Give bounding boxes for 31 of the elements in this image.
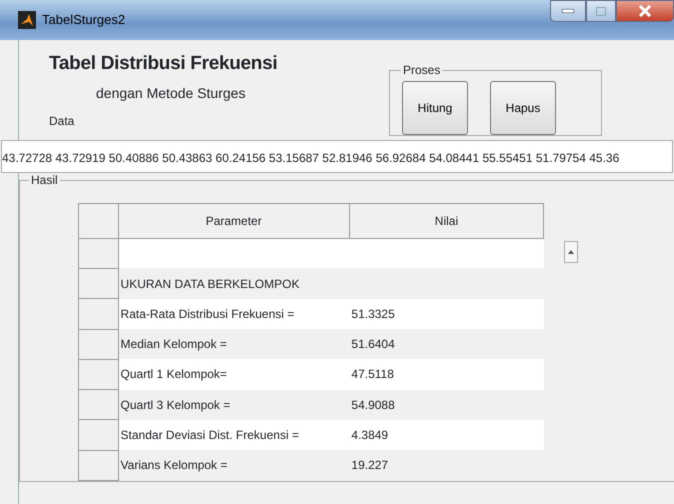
minimize-button[interactable] — [550, 0, 586, 22]
table-cell: Varians Kelompok = — [120, 458, 228, 472]
table-cell: UKURAN DATA BERKELOMPOK — [120, 276, 300, 291]
table-cell: Median Kelompok = — [120, 337, 227, 352]
table-cell: Rata-Rata Distribusi Frekuensi = — [120, 306, 294, 321]
maximize-icon — [596, 6, 606, 16]
table-cell: 51.6404 — [351, 337, 395, 352]
table-cell: Quartl 1 Kelompok= — [120, 367, 227, 382]
table-cell: 54.9088 — [351, 398, 395, 412]
group-label: Hasil — [29, 174, 60, 186]
data-input-field[interactable]: 43.72728 43.72919 50.40886 50.43863 60.24156 53.15687 52.81946 56.92684 54.08441 55.55451 51.79754 45.36 — [1, 140, 673, 173]
table-cell: Quartl 3 Kelompok = — [120, 398, 230, 412]
column-header: Parameter — [118, 204, 350, 238]
maximize-button[interactable] — [586, 0, 616, 22]
group-label: Proses — [401, 64, 442, 76]
column-header: Nilai — [349, 204, 544, 238]
minimize-icon — [562, 9, 574, 13]
window-title: TabelSturges2 — [42, 11, 126, 30]
table-cell: 51.3325 — [351, 306, 395, 321]
close-icon — [638, 5, 652, 17]
app-logo-icon — [18, 11, 36, 29]
subheading: dengan Metode Sturges — [96, 84, 246, 103]
table-cell: 47.5118 — [351, 367, 394, 382]
data-label: Data — [49, 112, 76, 130]
close-button[interactable] — [616, 0, 674, 22]
table-cell: 19.227 — [351, 458, 388, 472]
hapus-button[interactable]: Hapus — [490, 81, 556, 135]
table-cell: Standar Deviasi Dist. Frekuensi = — [120, 428, 299, 442]
hitung-button[interactable]: Hitung — [402, 81, 468, 135]
table-cell: 4.3849 — [351, 428, 388, 442]
heading: Tabel Distribusi Frekuensi — [49, 52, 278, 76]
